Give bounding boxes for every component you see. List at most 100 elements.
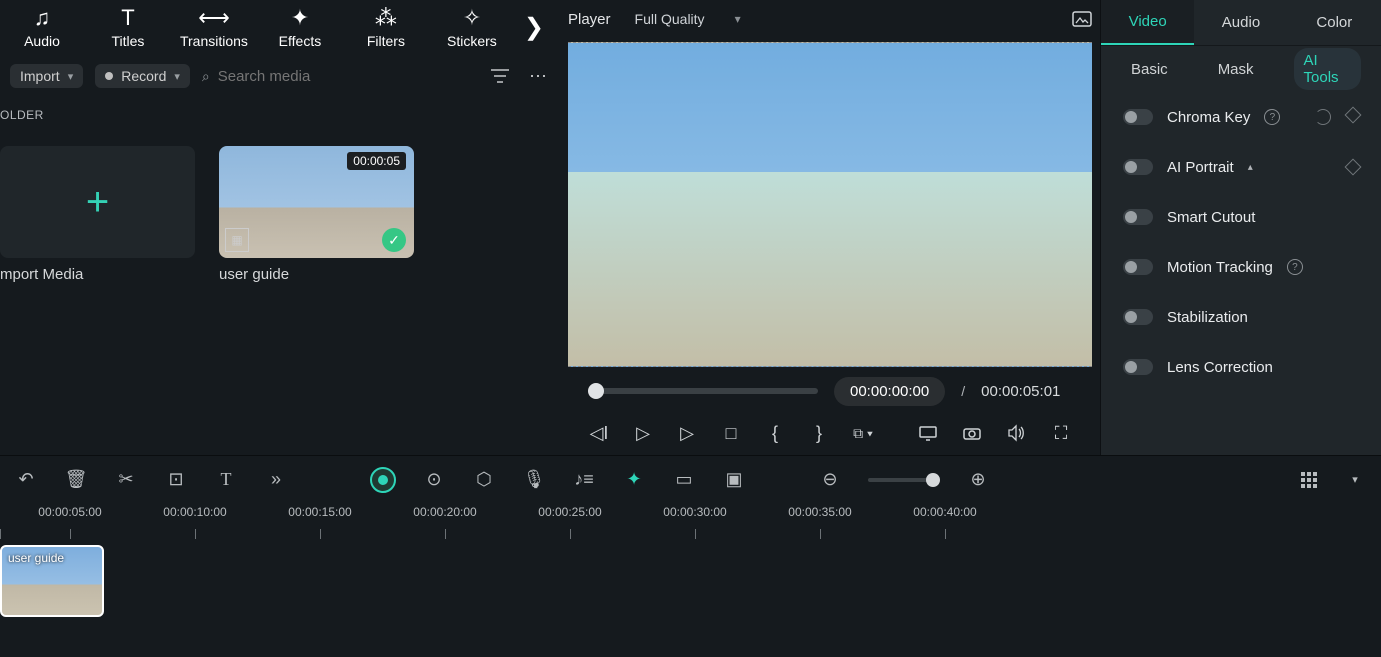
tab-effects[interactable]: ✦Effects: [266, 5, 334, 49]
sparkle-icon: ✦: [291, 5, 309, 31]
adjust-button[interactable]: ▭: [672, 469, 696, 490]
tab-filters[interactable]: ⁂Filters: [352, 5, 420, 49]
search-field[interactable]: ⌕: [202, 68, 478, 85]
timeline-toolbar: ↶ 🗑 ✂ ⊡ T » ⊙ ⬡ 🎙 ♪≡ ✦ ▭ ▣ ⊖ ⊕ ▾: [0, 455, 1381, 503]
more-options-icon[interactable]: ⋯: [526, 66, 550, 87]
filter-icon[interactable]: [490, 68, 514, 84]
marker-button[interactable]: ▣: [722, 469, 746, 490]
record-dropdown[interactable]: Record▾: [95, 64, 190, 88]
stop-button[interactable]: □: [720, 423, 742, 444]
more-tools-button[interactable]: »: [264, 469, 288, 490]
tab-color[interactable]: Color: [1288, 0, 1381, 45]
folder-header: OLDER: [0, 98, 560, 126]
tab-titles[interactable]: TTitles: [94, 5, 162, 49]
subtab-mask[interactable]: Mask: [1208, 57, 1264, 82]
play-button[interactable]: ▷: [632, 423, 654, 444]
subtab-ai-tools[interactable]: AI Tools: [1294, 48, 1361, 90]
prev-frame-button[interactable]: ◁I: [588, 423, 610, 444]
progress-scrubber[interactable]: [588, 388, 818, 394]
help-icon[interactable]: ?: [1264, 109, 1280, 125]
subtab-basic[interactable]: Basic: [1121, 57, 1178, 82]
property-subtabs: Basic Mask AI Tools: [1101, 46, 1381, 92]
zoom-slider[interactable]: [868, 478, 940, 482]
timeline-ruler[interactable]: 00:00:05:00 00:00:10:00 00:00:15:00 00:0…: [0, 503, 1381, 543]
tab-stickers[interactable]: ✧Stickers: [438, 5, 506, 49]
next-frame-button[interactable]: ▷: [676, 423, 698, 444]
reset-icon[interactable]: [1315, 109, 1331, 125]
player-viewport[interactable]: [568, 42, 1092, 367]
tab-video[interactable]: Video: [1101, 0, 1194, 45]
player-header: Player Full Quality▾: [568, 0, 1092, 38]
tool-stabilization: Stabilization: [1101, 292, 1381, 342]
search-input[interactable]: [218, 68, 378, 85]
speed-button[interactable]: ⊙: [422, 469, 446, 490]
music-button[interactable]: ♪≡: [572, 469, 596, 490]
snapshot-button[interactable]: [1072, 11, 1092, 27]
clip-name: user guide: [219, 266, 414, 283]
render-button[interactable]: ✦: [622, 469, 646, 490]
tool-motion-tracking: Motion Tracking ?: [1101, 242, 1381, 292]
undo-button[interactable]: ↶: [14, 469, 38, 490]
mark-out-button[interactable]: }: [808, 423, 830, 444]
progress-knob[interactable]: [588, 383, 604, 399]
current-timecode[interactable]: 00:00:00:00: [834, 377, 945, 406]
more-tabs-button[interactable]: ❯: [524, 13, 552, 42]
property-tabs: Video Audio Color: [1101, 0, 1381, 46]
voiceover-button[interactable]: 🎙: [522, 469, 546, 490]
properties-panel: Video Audio Color Basic Mask AI Tools Ch…: [1100, 0, 1381, 455]
plus-icon: +: [0, 146, 195, 258]
help-icon[interactable]: ?: [1287, 259, 1303, 275]
volume-button[interactable]: [1006, 424, 1028, 442]
timeline-clip[interactable]: user guide: [0, 545, 104, 617]
keyframe-icon[interactable]: [1345, 159, 1362, 176]
chroma-key-toggle[interactable]: [1123, 109, 1153, 125]
mark-in-button[interactable]: {: [764, 423, 786, 444]
quality-select[interactable]: Full Quality▾: [625, 7, 751, 31]
view-options-button[interactable]: ▾: [1343, 473, 1367, 486]
player-panel: Player Full Quality▾ 00:00:00:00 / 00:00…: [560, 0, 1100, 455]
record-dot-icon: [105, 72, 113, 80]
tab-transitions[interactable]: ⟷Transitions: [180, 5, 248, 49]
transitions-icon: ⟷: [198, 5, 230, 31]
zoom-out-button[interactable]: ⊖: [818, 469, 842, 490]
clip-duration: 00:00:05: [347, 152, 406, 170]
player-controls: ◁I ▷ ▷ □ { } ⧉ ▾ ⛶: [568, 411, 1092, 455]
ai-assist-button[interactable]: [370, 467, 396, 493]
film-icon: ▦: [225, 228, 249, 252]
display-button[interactable]: [918, 425, 940, 441]
music-note-icon: ♫: [34, 5, 51, 31]
timeline-panel: ↶ 🗑 ✂ ⊡ T » ⊙ ⬡ 🎙 ♪≡ ✦ ▭ ▣ ⊖ ⊕ ▾ 00:00:0…: [0, 455, 1381, 657]
camera-button[interactable]: [962, 425, 984, 441]
tab-audio[interactable]: ♫Audio: [8, 5, 76, 49]
media-grid: + mport Media 00:00:05 ▦ ✓ user guide: [0, 126, 560, 283]
tool-lens-correction: Lens Correction: [1101, 342, 1381, 392]
zoom-knob[interactable]: [926, 473, 940, 487]
smart-cutout-toggle[interactable]: [1123, 209, 1153, 225]
crop-button[interactable]: ⊡: [164, 469, 188, 490]
lens-correction-toggle[interactable]: [1123, 359, 1153, 375]
media-panel: ♫Audio TTitles ⟷Transitions ✦Effects ⁂Fi…: [0, 0, 560, 455]
marker-dropdown[interactable]: ⧉ ▾: [852, 425, 874, 442]
top-toolbar: ♫Audio TTitles ⟷Transitions ✦Effects ⁂Fi…: [0, 0, 560, 54]
stabilization-toggle[interactable]: [1123, 309, 1153, 325]
ai-portrait-toggle[interactable]: [1123, 159, 1153, 175]
split-button[interactable]: ✂: [114, 469, 138, 490]
tab-audio-props[interactable]: Audio: [1194, 0, 1287, 45]
zoom-in-button[interactable]: ⊕: [966, 469, 990, 490]
media-controls: Import▾ Record▾ ⌕ ⋯: [0, 54, 560, 98]
media-clip[interactable]: 00:00:05 ▦ ✓ user guide: [219, 146, 414, 283]
clip-thumbnail: 00:00:05 ▦ ✓: [219, 146, 414, 258]
shield-button[interactable]: ⬡: [472, 469, 496, 490]
clip-label: user guide: [8, 551, 64, 565]
caret-up-icon[interactable]: ▴: [1248, 162, 1253, 173]
motion-tracking-toggle[interactable]: [1123, 259, 1153, 275]
import-dropdown[interactable]: Import▾: [10, 64, 83, 88]
import-media-card[interactable]: + mport Media: [0, 146, 195, 283]
timeline-track[interactable]: user guide: [0, 543, 1381, 621]
timecode-slash: /: [961, 383, 965, 399]
text-button[interactable]: T: [214, 469, 238, 490]
keyframe-icon[interactable]: [1345, 107, 1362, 124]
fullscreen-button[interactable]: ⛶: [1050, 423, 1072, 444]
delete-button[interactable]: 🗑: [64, 469, 88, 490]
grid-view-button[interactable]: [1301, 472, 1317, 488]
